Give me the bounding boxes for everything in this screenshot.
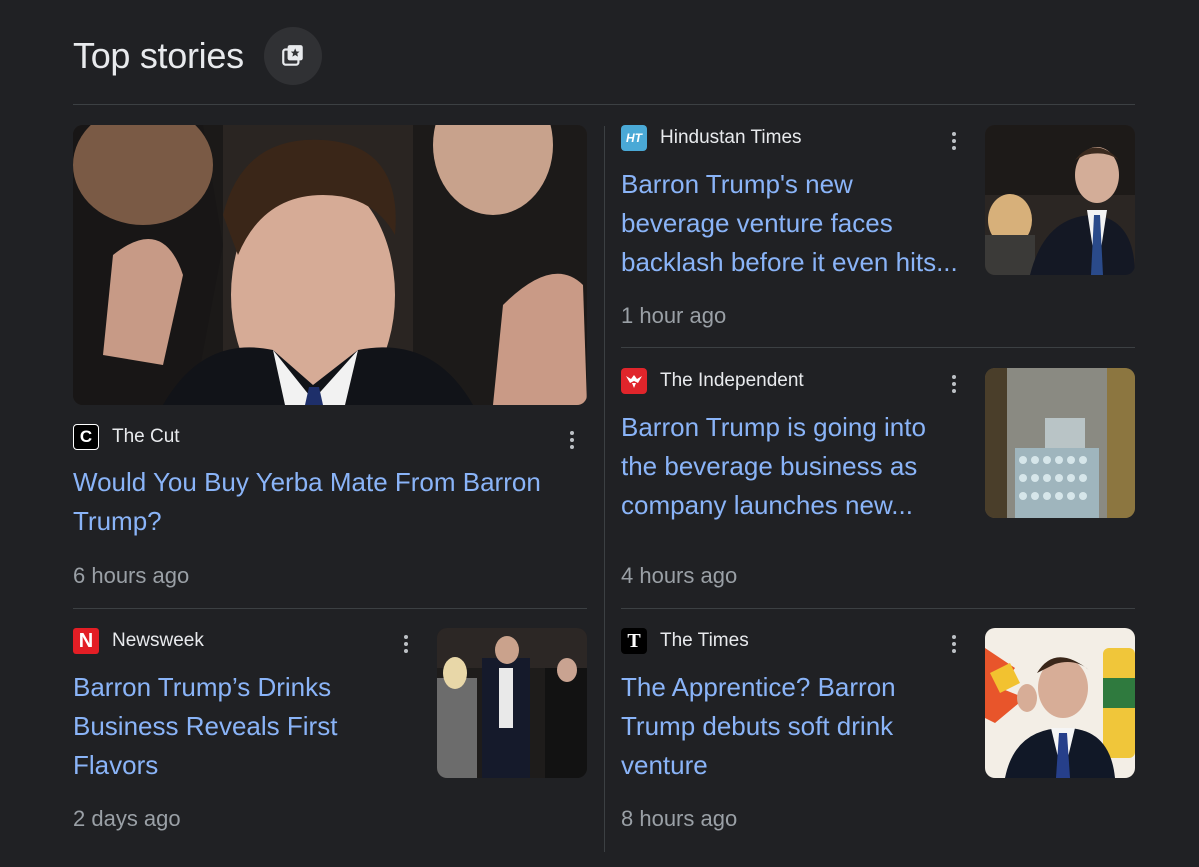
column-divider [604,126,605,852]
story-time: 2 days ago [73,806,181,831]
story-headline[interactable]: The Apprentice? Barron Trump debuts soft… [621,668,941,785]
story-time: 6 hours ago [73,563,190,588]
story-time: 4 hours ago [621,563,738,588]
stories-menu-button[interactable] [263,27,322,85]
story-card-the-independent[interactable]: The Independent Barron Trump is going in… [621,368,1135,588]
story-image[interactable] [73,125,587,405]
story-divider [621,347,1135,348]
story-source[interactable]: The Independent [621,368,804,394]
more-options-icon[interactable] [562,427,582,453]
the-independent-eagle-icon [621,368,647,394]
source-name: The Independent [660,370,804,391]
more-options-icon[interactable] [944,128,964,154]
story-source[interactable]: T The Times [621,628,749,654]
source-name: Newsweek [112,630,204,651]
story-time: 1 hour ago [621,303,727,328]
more-options-icon[interactable] [396,631,416,657]
section-title: Top stories [73,35,244,76]
story-thumbnail[interactable] [985,368,1135,518]
story-headline[interactable]: Barron Trump's new beverage venture face… [621,165,967,282]
story-headline[interactable]: Barron Trump is going into the beverage … [621,408,967,525]
story-source[interactable]: C The Cut [73,424,180,450]
header-divider [73,104,1135,105]
the-cut-logo-icon: C [73,424,99,450]
story-divider [621,608,1135,609]
story-thumbnail[interactable] [985,125,1135,275]
story-divider [73,608,587,609]
top-stories-header: Top stories [73,27,322,85]
source-name: Hindustan Times [660,127,802,148]
story-time: 8 hours ago [621,806,738,831]
story-card-hindustan-times[interactable]: HT Hindustan Times Barron Trump's new be… [621,125,1135,335]
story-source[interactable]: N Newsweek [73,628,204,654]
story-thumbnail[interactable] [985,628,1135,778]
newsweek-logo-icon: N [73,628,99,654]
story-headline[interactable]: Would You Buy Yerba Mate From Barron Tru… [73,463,573,541]
story-headline[interactable]: Barron Trump’s Drinks Business Reveals F… [73,668,373,785]
more-options-icon[interactable] [944,631,964,657]
more-options-icon[interactable] [944,371,964,397]
story-card-newsweek[interactable]: N Newsweek Barron Trump’s Drinks Busines… [73,628,587,838]
story-card-the-cut[interactable]: C The Cut Would You Buy Yerba Mate From … [73,125,587,595]
source-name: The Times [660,630,749,651]
hindustan-times-logo-icon: HT [621,125,647,151]
the-times-logo-icon: T [621,628,647,654]
story-card-the-times[interactable]: T The Times The Apprentice? Barron Trump… [621,628,1135,838]
story-source[interactable]: HT Hindustan Times [621,125,802,151]
source-name: The Cut [112,426,180,447]
stories-bookmark-icon [281,45,303,66]
story-thumbnail[interactable] [437,628,587,778]
